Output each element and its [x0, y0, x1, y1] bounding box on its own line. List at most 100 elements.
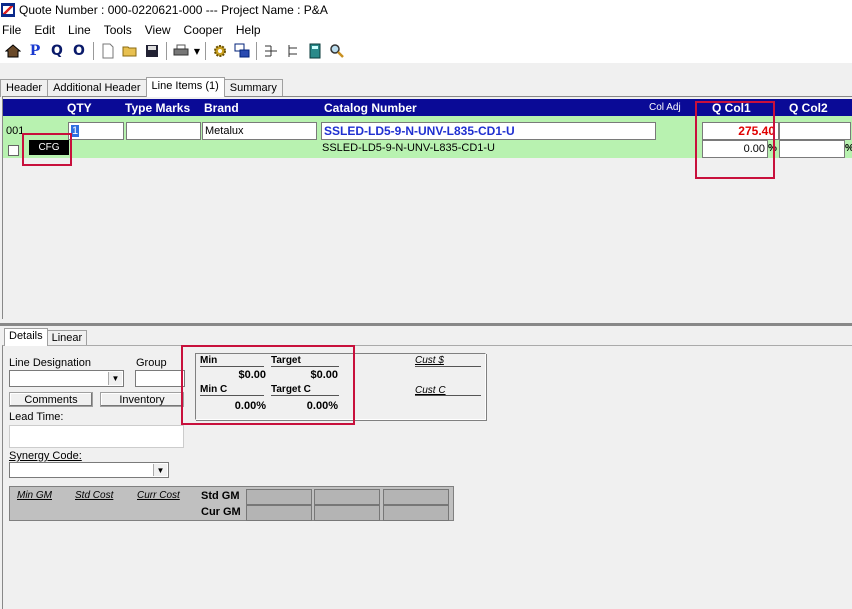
target-label: Target: [271, 355, 301, 366]
catalog-description: SSLED-LD5-9-N-UNV-L835-CD1-U: [322, 142, 495, 154]
toolbar: P Q O ▼: [0, 39, 852, 63]
cur-gm-label: Cur GM: [201, 506, 241, 518]
min-label: Min: [200, 355, 218, 366]
toolbar-separator: [166, 42, 167, 60]
panel-splitter[interactable]: [0, 323, 852, 326]
target-c-label: Target C: [271, 384, 311, 395]
column-header-q-col1: Q Col1: [712, 101, 751, 115]
q-col2-percent-sign: %: [845, 143, 852, 154]
synergy-code-dropdown[interactable]: ▼: [9, 462, 169, 478]
q-button[interactable]: Q: [46, 40, 68, 62]
target-value: $0.00: [310, 369, 338, 381]
print-dropdown-icon[interactable]: ▼: [192, 40, 202, 62]
std-gm-label: Std GM: [201, 490, 240, 502]
brand-input[interactable]: Metalux: [202, 122, 317, 140]
type-marks-input[interactable]: [126, 122, 201, 140]
curr-cost-label: Curr Cost: [137, 490, 180, 501]
calculator-icon[interactable]: [304, 40, 326, 62]
toolbar-separator: [205, 42, 206, 60]
row-select-checkbox[interactable]: [8, 145, 19, 156]
tab-linear[interactable]: Linear: [46, 330, 88, 346]
std-cost-label: Std Cost: [75, 490, 114, 501]
cust-dollar-label: Cust $: [415, 355, 444, 366]
divider: [271, 366, 339, 367]
title-bar: Quote Number : 000-0220621-000 --- Proje…: [0, 0, 852, 20]
line-designation-dropdown[interactable]: ▼: [9, 370, 124, 387]
min-value: $0.00: [238, 369, 266, 381]
target-c-value: 0.00%: [306, 400, 338, 412]
divider: [271, 395, 339, 396]
tab-line-items[interactable]: Line Items (1): [145, 77, 225, 97]
divider: [415, 366, 481, 367]
qty-input[interactable]: 1: [68, 122, 124, 140]
column-header-brand: Brand: [204, 101, 239, 115]
q-col2-percent-input[interactable]: [779, 140, 845, 158]
column-header-qty: QTY: [67, 101, 92, 115]
toolbar-separator: [93, 42, 94, 60]
window-title: Quote Number : 000-0220621-000 --- Proje…: [19, 3, 328, 17]
min-c-value: 0.00%: [234, 400, 266, 412]
toolbar-separator: [256, 42, 257, 60]
home-icon[interactable]: [2, 40, 24, 62]
o-button[interactable]: O: [68, 40, 90, 62]
search-icon[interactable]: [326, 40, 348, 62]
comments-button[interactable]: Comments: [9, 392, 93, 407]
split-icon[interactable]: [260, 40, 282, 62]
tab-summary[interactable]: Summary: [223, 79, 283, 97]
inventory-button[interactable]: Inventory: [100, 392, 184, 407]
group-input[interactable]: [135, 370, 185, 387]
q-col1-price-input[interactable]: 275.40: [702, 122, 779, 140]
save-icon[interactable]: [141, 40, 163, 62]
qty-value: 1: [71, 125, 80, 137]
divider: [200, 395, 264, 396]
menu-cooper[interactable]: Cooper: [184, 23, 223, 37]
p-button[interactable]: P: [24, 40, 46, 62]
chevron-down-icon: ▼: [153, 464, 167, 476]
cur-gm-cell: [246, 505, 312, 521]
pricing-box: Min Target $0.00 $0.00 Min C Target C 0.…: [195, 353, 486, 420]
open-folder-icon[interactable]: [119, 40, 141, 62]
menu-view[interactable]: View: [145, 23, 171, 37]
cur-gm-cell: [314, 505, 380, 521]
column-header-catalog-number: Catalog Number: [324, 101, 417, 115]
print-icon[interactable]: [170, 40, 192, 62]
column-header-type-marks: Type Marks: [125, 101, 191, 115]
menu-line[interactable]: Line: [68, 23, 91, 37]
min-c-label: Min C: [200, 384, 228, 395]
tab-strip-top: Header Additional Header Line Items (1) …: [0, 77, 283, 97]
gross-margin-box: Min GM Std Cost Curr Cost Std GM Cur GM: [9, 486, 454, 521]
lead-time-label: Lead Time:: [9, 411, 64, 423]
group-label: Group: [136, 357, 167, 369]
q-col2-price-input[interactable]: [779, 122, 851, 140]
q-col1-percent-input[interactable]: 0.00: [702, 140, 768, 158]
lead-time-input[interactable]: [9, 425, 184, 448]
new-document-icon[interactable]: [97, 40, 119, 62]
app-icon: [1, 3, 15, 17]
cfg-button[interactable]: CFG: [29, 140, 69, 155]
std-gm-cell: [383, 489, 449, 505]
tab-header[interactable]: Header: [0, 79, 49, 97]
grid-header: QTY Type Marks Brand Catalog Number Col …: [3, 99, 852, 116]
menu-bar: File Edit Line Tools View Cooper Help: [0, 20, 852, 39]
catalog-number-input[interactable]: SSLED-LD5-9-N-UNV-L835-CD1-U: [321, 122, 656, 140]
line-items-grid: QTY Type Marks Brand Catalog Number Col …: [2, 96, 852, 319]
column-header-q-col2: Q Col2: [789, 101, 828, 115]
menu-tools[interactable]: Tools: [104, 23, 132, 37]
menu-help[interactable]: Help: [236, 23, 261, 37]
tree-icon[interactable]: [282, 40, 304, 62]
std-gm-cell: [314, 489, 380, 505]
line-designation-label: Line Designation: [9, 357, 91, 369]
menu-edit[interactable]: Edit: [34, 23, 55, 37]
synergy-code-label: Synergy Code:: [9, 450, 82, 462]
menu-file[interactable]: File: [2, 23, 21, 37]
divider: [200, 366, 264, 367]
min-gm-label: Min GM: [17, 490, 52, 501]
gear-icon[interactable]: [209, 40, 231, 62]
column-header-col-adj: Col Adj: [649, 102, 681, 113]
tab-details[interactable]: Details: [4, 328, 48, 346]
windows-icon[interactable]: [231, 40, 253, 62]
line-number: 001: [6, 125, 25, 137]
std-gm-cell: [246, 489, 312, 505]
tab-strip-bottom: Details Linear: [4, 328, 88, 346]
tab-additional-header[interactable]: Additional Header: [47, 79, 147, 97]
